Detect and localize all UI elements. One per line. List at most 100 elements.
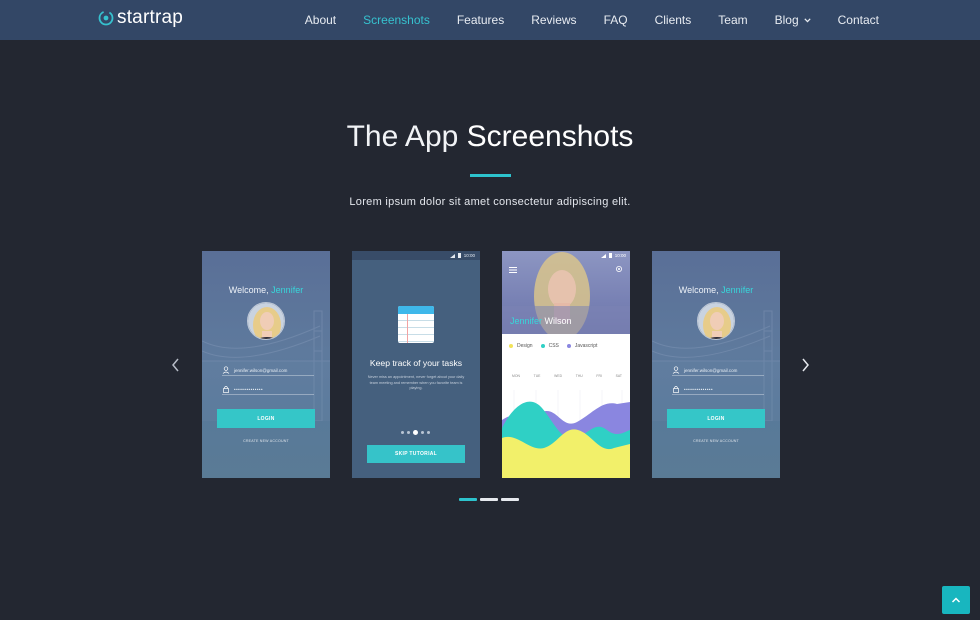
nav-blog[interactable]: Blog (775, 13, 811, 27)
screenshot-login-2[interactable]: Welcome, Jennifer jennifer.wilson@gmail.… (652, 251, 780, 478)
legend-css: CSS (540, 343, 559, 349)
section-title: The App Screenshots (0, 120, 980, 154)
nav-reviews-label: Reviews (531, 13, 577, 27)
chevron-up-icon (951, 597, 961, 603)
nav-blog-label: Blog (774, 13, 799, 27)
day-label: MON (512, 374, 520, 378)
tutorial-description: Never miss an appointment, never forget … (367, 375, 465, 391)
login-button[interactable]: LOGIN (667, 409, 765, 428)
screenshot-tutorial[interactable]: 10:00 Keep track of your tasks Never mis… (352, 251, 480, 478)
back-to-top-button[interactable] (942, 586, 970, 614)
battery-icon (457, 253, 461, 258)
email-field[interactable]: jennifer.wilson@gmail.com (672, 365, 764, 376)
tutorial-dot[interactable] (401, 431, 404, 434)
title-light: The App (346, 120, 459, 153)
brand-name: startrap (117, 7, 184, 28)
screenshot-profile[interactable]: 10:00 Jennifer Wilson Design CSS Javascr… (502, 251, 630, 478)
day-label: WED (554, 374, 563, 378)
status-time: 10:00 (614, 253, 626, 258)
welcome-label: Welcome, (678, 285, 719, 295)
screenshot-login[interactable]: Welcome, Jennifer jennifer.wilson@gmail.… (202, 251, 330, 478)
nav-reviews[interactable]: Reviews (531, 13, 576, 27)
legend-label: Javascript (574, 343, 598, 349)
welcome-text: Welcome, Jennifer (202, 285, 330, 295)
avatar (697, 302, 735, 340)
status-time: 10:00 (463, 253, 475, 258)
nav-about[interactable]: About (305, 13, 336, 27)
carousel-prev-button[interactable] (168, 356, 184, 374)
profile-name: Jennifer Wilson (510, 316, 572, 326)
skip-tutorial-button[interactable]: SKIP TUTORIAL (367, 445, 465, 463)
signal-icon (449, 253, 455, 258)
legend-dot (540, 344, 545, 348)
carousel-next-button[interactable] (797, 356, 813, 374)
profile-last-name: Wilson (544, 316, 572, 326)
title-bold: Screenshots (466, 120, 634, 153)
email-value: jennifer.wilson@gmail.com (684, 367, 738, 373)
pager-dot-active[interactable] (459, 498, 477, 501)
day-label: SAT (615, 374, 622, 378)
legend-dot (566, 344, 571, 348)
login-button[interactable]: LOGIN (217, 409, 315, 428)
tutorial-dots (401, 430, 433, 435)
chart-days: MON TUE WED THU FRI SAT (512, 374, 622, 378)
chevron-down-icon (804, 17, 811, 22)
tutorial-dot[interactable] (427, 431, 430, 434)
status-bar: 10:00 (600, 253, 626, 258)
create-account-link[interactable]: CREATE NEW ACCOUNT (652, 439, 780, 443)
chevron-right-icon (802, 358, 809, 372)
email-field[interactable]: jennifer.wilson@gmail.com (222, 365, 314, 376)
user-icon (222, 366, 230, 374)
nav-team[interactable]: Team (718, 13, 747, 27)
nav-contact[interactable]: Contact (838, 13, 879, 27)
pager-dot[interactable] (501, 498, 519, 501)
nav-features[interactable]: Features (457, 13, 504, 27)
nav-clients[interactable]: Clients (655, 13, 692, 27)
menu-icon[interactable] (509, 267, 517, 273)
profile-header: 10:00 Jennifer Wilson (502, 251, 630, 334)
nav-faq[interactable]: FAQ (604, 13, 628, 27)
password-field[interactable]: •••••••••••••• (222, 384, 314, 395)
avatar (247, 302, 285, 340)
signal-icon (600, 253, 606, 258)
lock-icon (673, 386, 679, 393)
profile-first-name: Jennifer (510, 316, 543, 326)
legend-label: Design (517, 343, 533, 349)
tutorial-dot[interactable] (407, 431, 410, 434)
battery-icon (608, 253, 612, 258)
password-value: •••••••••••••• (684, 386, 714, 392)
legend-javascript: Javascript (566, 343, 598, 349)
nav-screenshots-label: Screenshots (363, 13, 430, 27)
tutorial-title: Keep track of your tasks (369, 358, 463, 368)
top-navbar: startrap About Screenshots Features Revi… (0, 0, 980, 40)
title-underline (470, 174, 511, 177)
tutorial-dot-active[interactable] (413, 430, 418, 435)
tutorial-dot[interactable] (421, 431, 424, 434)
area-chart (502, 390, 630, 478)
welcome-label: Welcome, (228, 285, 269, 295)
day-label: FRI (596, 374, 602, 378)
main-nav: About Screenshots Features Reviews FAQ C… (278, 0, 879, 40)
logo-icon (98, 10, 114, 26)
section-subtitle: Lorem ipsum dolor sit amet consectetur a… (349, 196, 631, 208)
lock-icon (223, 386, 229, 393)
welcome-name: Jennifer (721, 285, 754, 295)
create-account-link[interactable]: CREATE NEW ACCOUNT (202, 439, 330, 443)
legend-design: Design (509, 343, 533, 349)
legend-dot (509, 344, 513, 348)
nav-clients-label: Clients (654, 13, 692, 27)
day-label: TUE (533, 374, 541, 378)
notepad-icon (398, 306, 434, 343)
nav-screenshots[interactable]: Screenshots (363, 13, 430, 27)
password-value: •••••••••••••• (234, 386, 264, 392)
password-field[interactable]: •••••••••••••• (672, 384, 764, 395)
carousel-pager (459, 498, 522, 501)
gear-icon[interactable] (615, 265, 623, 273)
brand-logo[interactable]: startrap (98, 8, 183, 28)
pager-dot[interactable] (480, 498, 498, 501)
email-value: jennifer.wilson@gmail.com (234, 367, 288, 373)
nav-team-label: Team (718, 13, 748, 27)
user-icon (672, 366, 680, 374)
welcome-name: Jennifer (271, 285, 304, 295)
welcome-text: Welcome, Jennifer (652, 285, 780, 295)
